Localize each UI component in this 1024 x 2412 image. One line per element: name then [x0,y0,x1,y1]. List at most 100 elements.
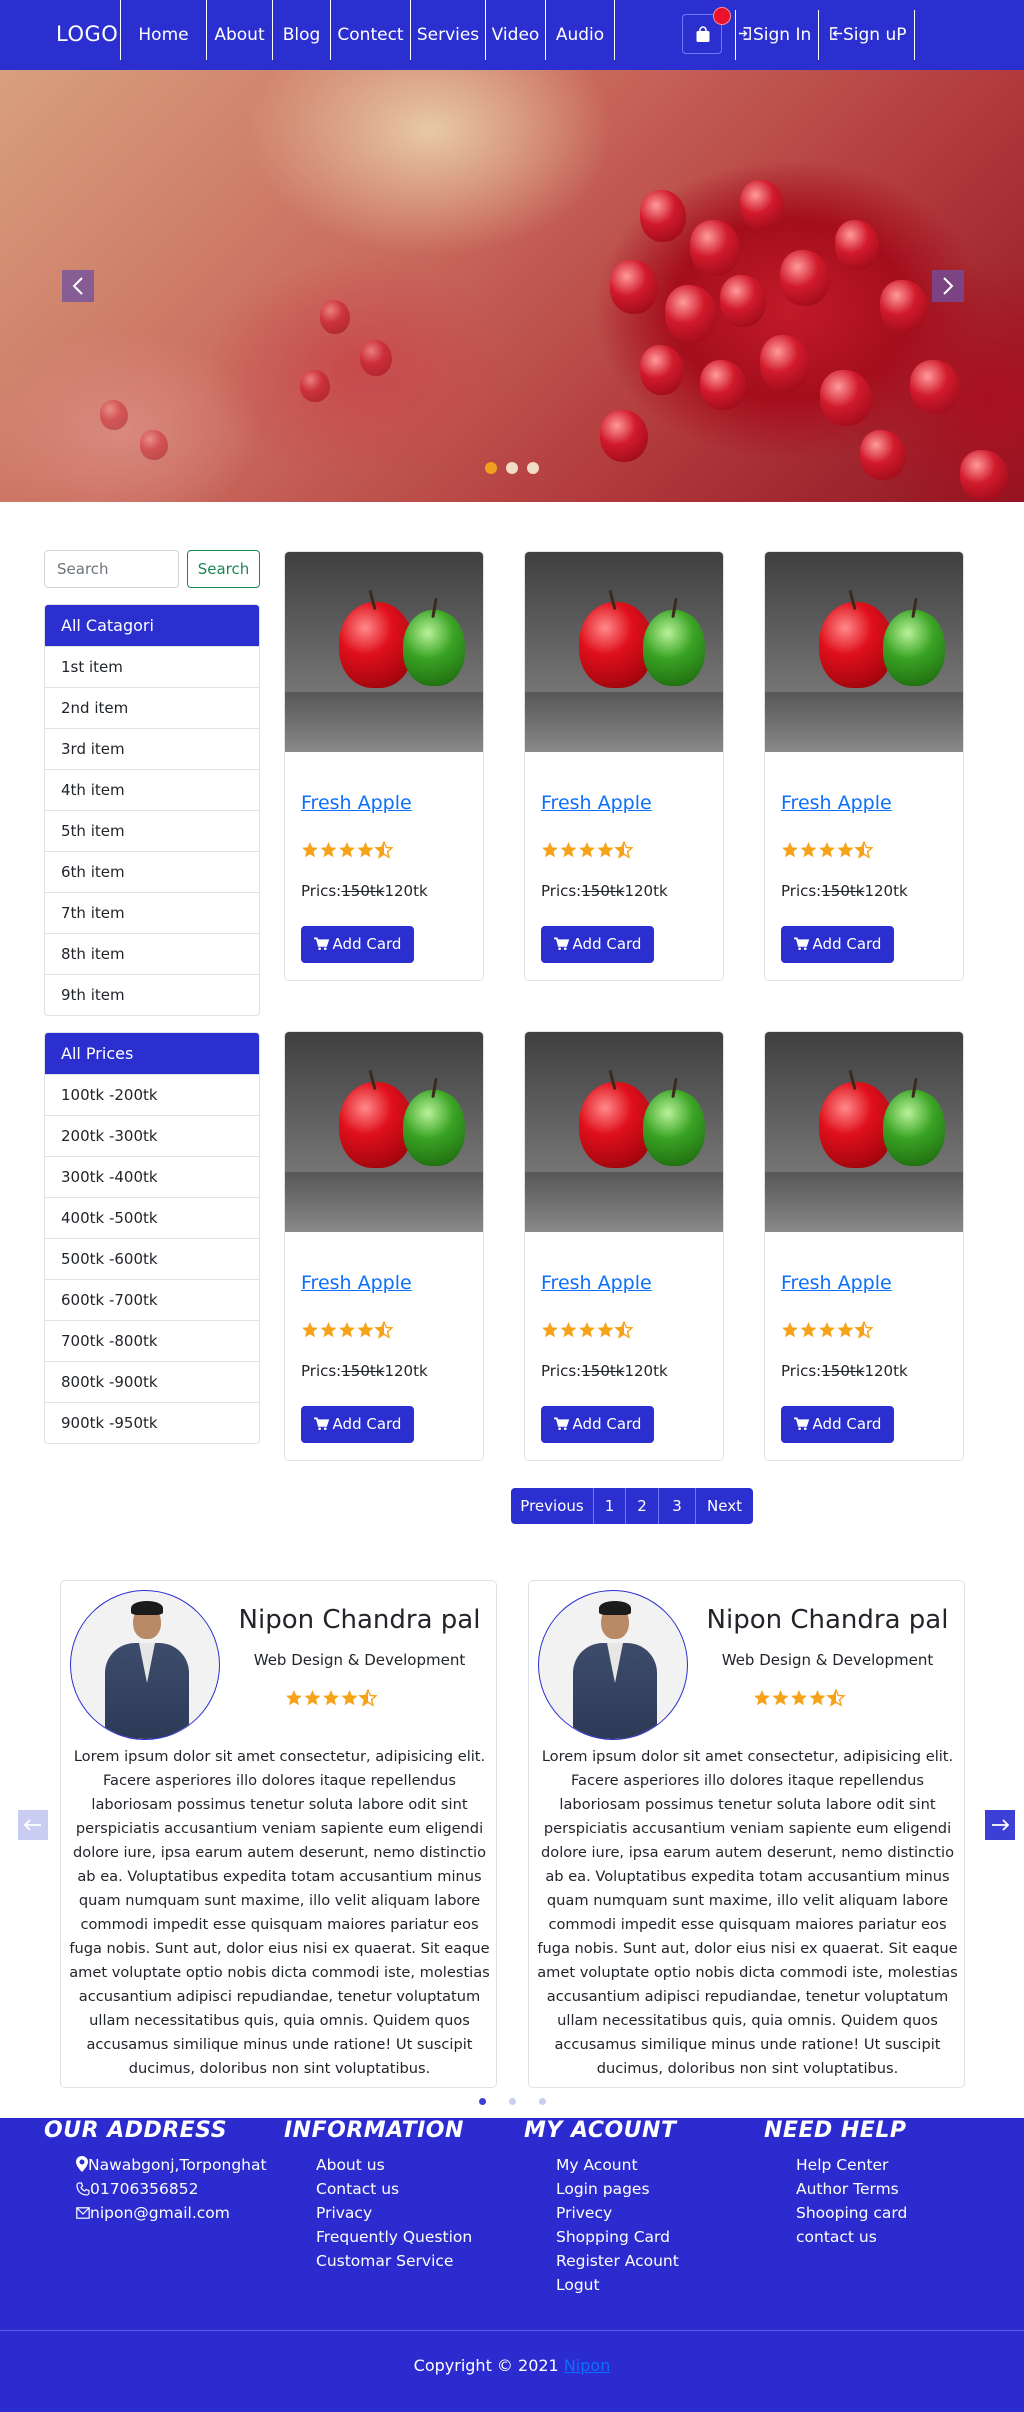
nav-home[interactable]: Home [120,0,206,60]
footer-link-customer-service[interactable]: Customar Service [316,2252,453,2270]
product-image-apples[interactable] [525,1032,723,1232]
category-item[interactable]: 6th item [45,851,259,892]
footer-link-contact-us[interactable]: Contact us [316,2180,399,2198]
hero-indicator-3[interactable] [527,462,539,474]
footer-link-author-terms[interactable]: Author Terms [796,2180,899,2198]
star-full-icon [754,1690,770,1706]
nav-contect[interactable]: Contect [330,0,410,60]
rating-stars [541,1320,641,1343]
price-item[interactable]: 400tk -500tk [45,1197,259,1238]
product-title[interactable]: Fresh Apple [781,1272,892,1294]
chevron-right-icon [943,277,954,295]
add-card-label: Add Card [572,935,642,953]
star-full-icon [791,1690,807,1706]
footer-link-shooping-card[interactable]: Shooping card [796,2204,907,2222]
hero-prev-button[interactable] [62,270,94,302]
add-card-button[interactable]: Add Card [781,1406,894,1443]
category-item[interactable]: 1st item [45,646,259,687]
pagination-page-3[interactable]: 3 [659,1488,696,1524]
pagination-next[interactable]: Next [696,1488,753,1524]
pagination-page-2[interactable]: 2 [626,1488,659,1524]
hero-indicator-1[interactable] [485,462,497,474]
price-item[interactable]: 700tk -800tk [45,1320,259,1361]
footer-link-my-account[interactable]: My Acount [556,2156,638,2174]
copyright-text: Copyright © 2021 [413,2356,559,2375]
footer-link-login[interactable]: Login pages [556,2180,650,2198]
nav-blog[interactable]: Blog [272,0,330,60]
star-full-icon [542,1322,558,1338]
category-item[interactable]: 9th item [45,974,259,1015]
price-label: Prics: [781,1362,822,1380]
add-card-button[interactable]: Add Card [541,1406,654,1443]
copyright-link[interactable]: Nipon [564,2356,611,2375]
footer-link-shopping-card[interactable]: Shopping Card [556,2228,670,2246]
footer-link-faq[interactable]: Frequently Question [316,2228,472,2246]
product-image-apples[interactable] [765,552,963,752]
testimonial-indicator-1[interactable] [479,2098,486,2105]
product-image-apples[interactable] [285,1032,483,1232]
category-list-title[interactable]: All Catagori [45,605,259,646]
price-list-title[interactable]: All Prices [45,1033,259,1074]
footer-link-help-center[interactable]: Help Center [796,2156,888,2174]
testimonial-prev-button[interactable] [18,1810,48,1840]
pagination-previous[interactable]: Previous [511,1488,594,1524]
shopping-cart-icon [793,1417,809,1430]
footer-email: nipon@gmail.com [76,2204,230,2222]
add-card-label: Add Card [332,1415,402,1433]
category-item[interactable]: 3rd item [45,728,259,769]
nav-audio[interactable]: Audio [545,0,615,60]
add-card-button[interactable]: Add Card [301,926,414,963]
footer-link-logout[interactable]: Logut [556,2276,600,2294]
nav-video[interactable]: Video [485,0,545,60]
nav-about[interactable]: About [206,0,272,60]
product-image-apples[interactable] [765,1032,963,1232]
product-title[interactable]: Fresh Apple [301,1272,412,1294]
product-card: Fresh Apple Prics:150tk120tk Add Card [524,551,724,981]
category-item[interactable]: 7th item [45,892,259,933]
hero-indicator-2[interactable] [506,462,518,474]
product-title[interactable]: Fresh Apple [541,792,652,814]
category-item[interactable]: 8th item [45,933,259,974]
price-item[interactable]: 800tk -900tk [45,1361,259,1402]
search-button[interactable]: Search [187,550,260,588]
search-input[interactable]: Search [44,550,179,588]
pagination-page-1[interactable]: 1 [594,1488,626,1524]
shopping-bag-icon [696,26,710,42]
footer-link-privecy[interactable]: Privecy [556,2204,612,2222]
price-item[interactable]: 900tk -950tk [45,1402,259,1443]
footer-link-register[interactable]: Register Acount [556,2252,679,2270]
add-card-button[interactable]: Add Card [541,926,654,963]
arrow-right-icon [992,1819,1010,1831]
nav-servies[interactable]: Servies [410,0,485,60]
testimonial-next-button[interactable] [985,1810,1015,1840]
footer-link-privacy[interactable]: Privacy [316,2204,372,2222]
sign-up-link[interactable]: Sign uP [828,0,914,60]
price-item[interactable]: 100tk -200tk [45,1074,259,1115]
new-price: 120tk [624,882,668,900]
category-item[interactable]: 4th item [45,769,259,810]
category-item[interactable]: 2nd item [45,687,259,728]
add-card-button[interactable]: Add Card [301,1406,414,1443]
price-item[interactable]: 200tk -300tk [45,1115,259,1156]
testimonial-indicator-2[interactable] [509,2098,516,2105]
category-item[interactable]: 5th item [45,810,259,851]
product-image-apples[interactable] [525,552,723,752]
star-full-icon [560,842,577,858]
logo[interactable]: LOGO [56,22,118,46]
footer-location: Nawabgonj,Torponghat [76,2156,267,2174]
price-item[interactable]: 500tk -600tk [45,1238,259,1279]
product-title[interactable]: Fresh Apple [781,792,892,814]
price-item[interactable]: 300tk -400tk [45,1156,259,1197]
sign-in-link[interactable]: Sign In [736,0,818,60]
product-title[interactable]: Fresh Apple [541,1272,652,1294]
product-image-apples[interactable] [285,552,483,752]
footer-link-about-us[interactable]: About us [316,2156,385,2174]
add-card-button[interactable]: Add Card [781,926,894,963]
hero-next-button[interactable] [932,270,964,302]
rating-stars [753,1688,853,1711]
price-item[interactable]: 600tk -700tk [45,1279,259,1320]
product-title[interactable]: Fresh Apple [301,792,412,814]
footer-link-contact[interactable]: contact us [796,2228,877,2246]
testimonial-indicator-3[interactable] [539,2098,546,2105]
category-list: All Catagori 1st item 2nd item 3rd item … [44,604,260,1016]
